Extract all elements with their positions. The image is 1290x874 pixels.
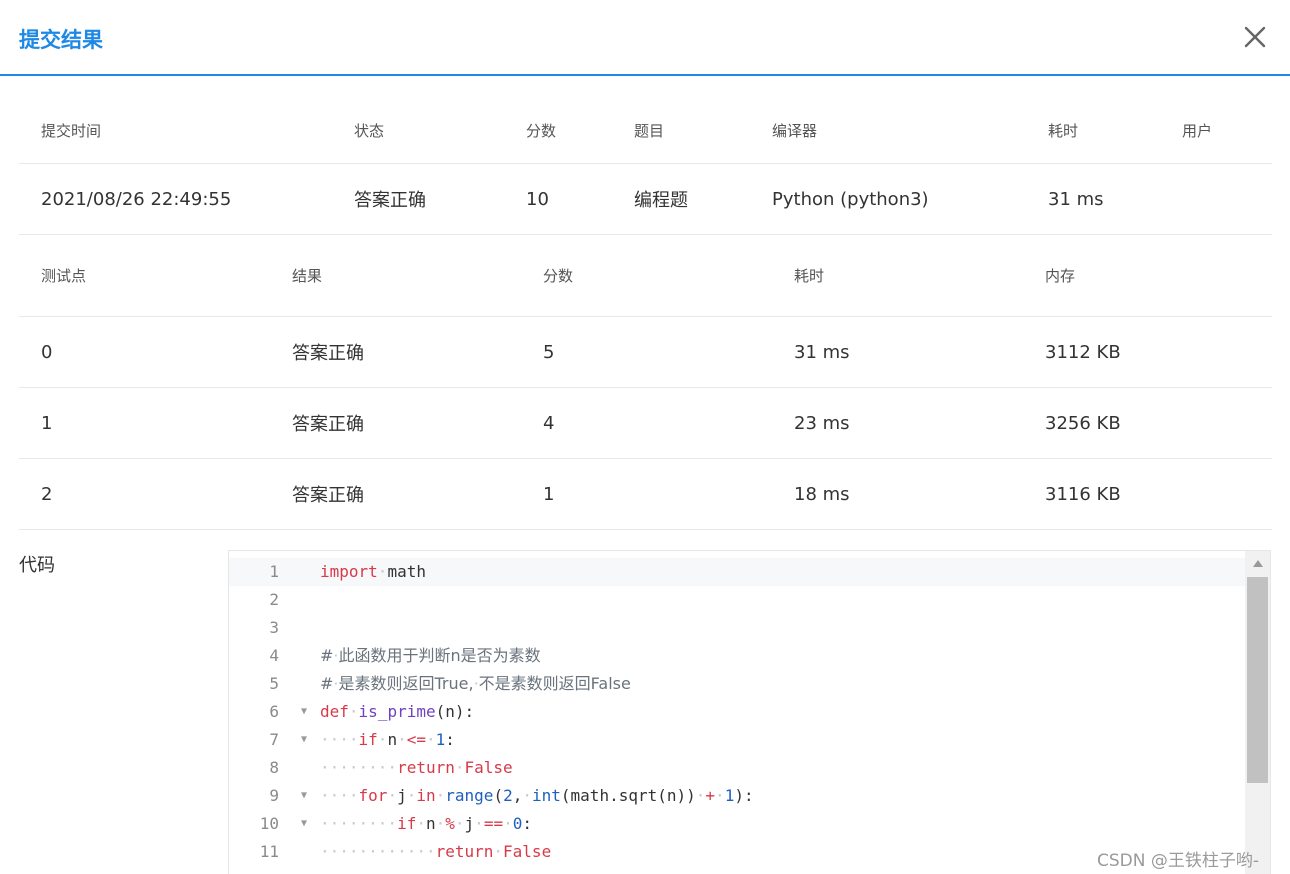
case-time: 31 ms	[772, 316, 1023, 388]
case-result: 答案正确	[270, 458, 521, 530]
table-row: 1 答案正确 4 23 ms 3256 KB	[19, 387, 1272, 459]
test-cases-table: 测试点 结果 分数 耗时 内存 0 答案正确 5 31 ms 3112 KB 1…	[19, 235, 1272, 530]
header-memory: 内存	[1023, 235, 1272, 317]
header-case-score: 分数	[521, 235, 772, 317]
submission-summary-table: 提交时间 状态 分数 题目 编译器 耗时 用户 2021/08/26 22:49…	[19, 98, 1272, 235]
header-status: 状态	[332, 98, 504, 164]
line-number: 2	[269, 590, 279, 609]
code-line: 7 ▼ ····if·n·<=·1:	[229, 726, 1245, 754]
code-label: 代码	[19, 555, 55, 576]
code-text: ············return·False	[320, 842, 552, 861]
fold-arrow-icon[interactable]: ▼	[301, 810, 307, 838]
case-id: 1	[19, 387, 270, 459]
code-line: 9 ▼ ····for·j·in·range(2,·int(math.sqrt(n)…	[229, 782, 1245, 810]
case-memory: 3116 KB	[1023, 458, 1272, 530]
code-text: ········if·n·%·j·==·0:	[320, 814, 532, 833]
header-score: 分数	[504, 98, 612, 164]
line-number: 5	[269, 674, 279, 693]
case-id: 0	[19, 316, 270, 388]
code-text: ····for·j·in·range(2,·int(math.sqrt(n))·…	[320, 786, 754, 805]
line-number: 7	[269, 730, 279, 749]
compiler-name: Python (python3)	[750, 163, 1026, 235]
status-label: 答案正确	[332, 163, 504, 235]
line-number: 10	[259, 814, 279, 833]
case-score: 5	[521, 316, 772, 388]
case-id: 2	[19, 458, 270, 530]
cases-header-row: 测试点 结果 分数 耗时 内存	[19, 235, 1272, 317]
code-text: #·是素数则返回True,·不是素数则返回False	[320, 674, 631, 693]
code-text: #·此函数用于判断n是否为素数	[320, 646, 541, 665]
header-case-time: 耗时	[772, 235, 1023, 317]
code-line: 4 #·此函数用于判断n是否为素数	[229, 642, 1245, 670]
submit-time: 2021/08/26 22:49:55	[19, 163, 332, 235]
code-editor[interactable]: 1 import·math 2 3 4 #·此函数用于判断n是否为素数 5 #·是素数则返回T…	[228, 550, 1271, 874]
case-time: 23 ms	[772, 387, 1023, 459]
dialog-header: 提交结果	[0, 0, 1290, 76]
code-text: def·is_prime(n):	[320, 702, 475, 721]
line-number: 1	[269, 562, 279, 581]
header-problem: 题目	[612, 98, 750, 164]
summary-header-row: 提交时间 状态 分数 题目 编译器 耗时 用户	[19, 98, 1272, 164]
fold-arrow-icon[interactable]: ▼	[301, 698, 307, 726]
code-line: 3	[229, 614, 1245, 642]
line-number: 3	[269, 618, 279, 637]
header-submit-time: 提交时间	[19, 98, 332, 164]
case-score: 1	[521, 458, 772, 530]
code-line: 5 #·是素数则返回True,·不是素数则返回False	[229, 670, 1245, 698]
case-score: 4	[521, 387, 772, 459]
score-value: 10	[504, 163, 612, 235]
dialog-title: 提交结果	[19, 28, 103, 52]
code-line: 1 import·math	[229, 558, 1245, 586]
fold-arrow-icon[interactable]: ▼	[301, 782, 307, 810]
case-memory: 3112 KB	[1023, 316, 1272, 388]
code-line: 6 ▼ def·is_prime(n):	[229, 698, 1245, 726]
close-icon[interactable]	[1240, 22, 1270, 52]
header-result: 结果	[270, 235, 521, 317]
line-number: 8	[269, 758, 279, 777]
scroll-up-icon[interactable]	[1253, 560, 1263, 567]
table-row: 2 答案正确 1 18 ms 3116 KB	[19, 458, 1272, 530]
code-text: ········return·False	[320, 758, 513, 777]
duration-value: 31 ms	[1026, 163, 1160, 235]
header-compiler: 编译器	[750, 98, 1026, 164]
code-line: 10 ▼ ········if·n·%·j·==·0:	[229, 810, 1245, 838]
code-line: 2	[229, 586, 1245, 614]
line-number: 9	[269, 786, 279, 805]
case-result: 答案正确	[270, 387, 521, 459]
problem-name: 编程题	[612, 163, 750, 235]
table-row: 0 答案正确 5 31 ms 3112 KB	[19, 316, 1272, 388]
code-line: 11 ············return·False	[229, 838, 1245, 866]
code-text: import·math	[320, 562, 426, 581]
header-case-id: 测试点	[19, 235, 270, 317]
user-name	[1160, 163, 1272, 235]
case-memory: 3256 KB	[1023, 387, 1272, 459]
fold-arrow-icon[interactable]: ▼	[301, 726, 307, 754]
summary-row: 2021/08/26 22:49:55 答案正确 10 编程题 Python (…	[19, 163, 1272, 235]
header-user: 用户	[1160, 98, 1272, 164]
case-result: 答案正确	[270, 316, 521, 388]
watermark: CSDN @王铁柱子哟-	[1097, 851, 1260, 871]
line-number: 11	[259, 842, 279, 861]
case-time: 18 ms	[772, 458, 1023, 530]
line-number: 6	[269, 702, 279, 721]
scrollbar-thumb[interactable]	[1247, 577, 1268, 783]
code-text: ····if·n·<=·1:	[320, 730, 455, 749]
line-number: 4	[269, 646, 279, 665]
header-duration: 耗时	[1026, 98, 1160, 164]
code-line: 8 ········return·False	[229, 754, 1245, 782]
